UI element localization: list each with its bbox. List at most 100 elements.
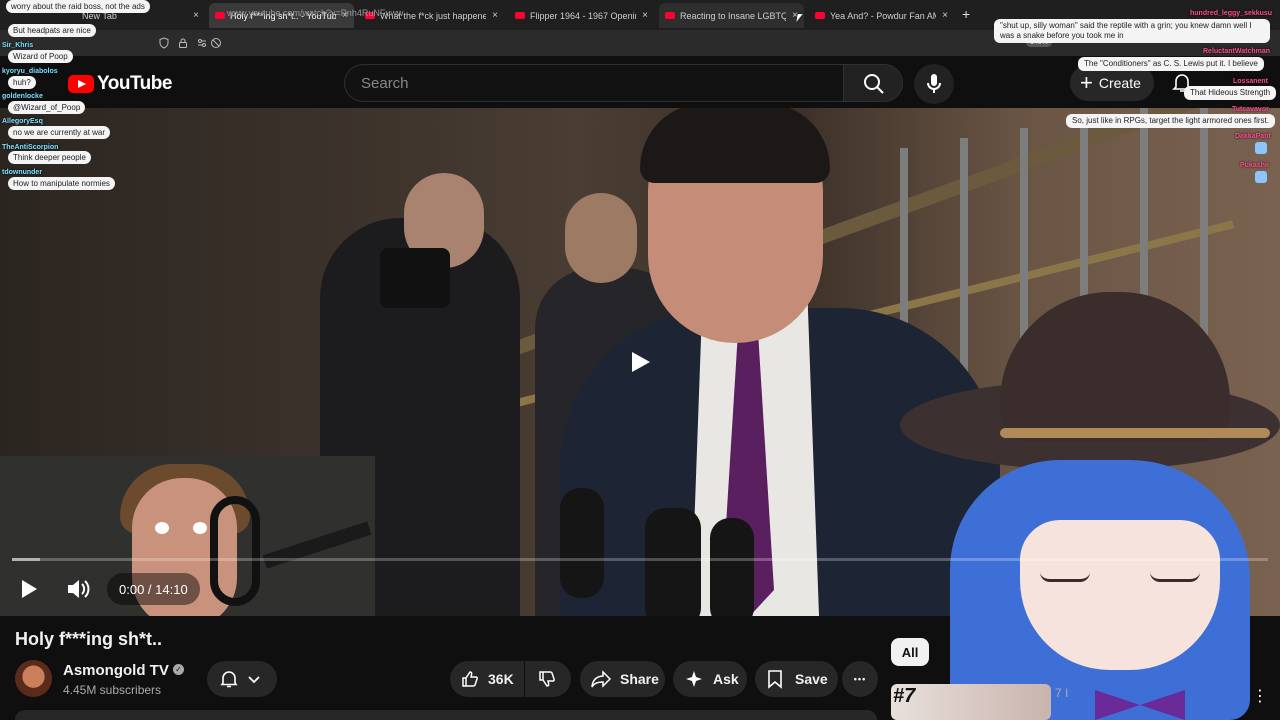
- chat-emote-icon: [1255, 171, 1267, 183]
- voice-search-button[interactable]: [914, 64, 954, 104]
- bell-icon: [220, 671, 238, 688]
- headphones-icon: [210, 496, 260, 606]
- screen: New Tab × Holy f***ing sh*t.. - YouTube …: [0, 0, 1280, 720]
- chat-username: goldenlocke: [2, 93, 43, 100]
- recommended-menu-icon[interactable]: ⋮: [1252, 686, 1268, 706]
- tab-label: Flipper 1964 - 1967 Opening an: [530, 10, 636, 21]
- ask-label: Ask: [713, 671, 739, 687]
- chat-username: Tutcavavor: [1232, 106, 1269, 113]
- chat-username: TheAntiScorpion: [2, 144, 59, 151]
- volume-icon[interactable]: [64, 572, 94, 606]
- more-icon: •••: [853, 674, 867, 684]
- thumbs-up-icon: [462, 671, 478, 687]
- save-button[interactable]: Save: [755, 661, 838, 697]
- chat-emote-icon: [1255, 142, 1267, 154]
- browser-tab-hover[interactable]: Reacting to Insane LGBTQ and ×: [659, 3, 804, 28]
- chat-message: Think deeper people: [8, 151, 91, 164]
- permissions-icon[interactable]: [196, 37, 208, 49]
- chat-message: huh?: [8, 76, 36, 89]
- like-count: 36K: [488, 671, 514, 687]
- description-box[interactable]: [15, 710, 877, 720]
- recommended-meta: 7 I: [1055, 686, 1069, 700]
- filter-chip-all[interactable]: All: [891, 638, 929, 666]
- youtube-favicon-icon: [665, 12, 675, 19]
- center-play-icon[interactable]: [632, 352, 650, 372]
- ask-button[interactable]: Ask: [673, 661, 747, 697]
- video-title: Holy f***ing sh*t..: [15, 629, 163, 649]
- buffered-bar: [12, 558, 40, 561]
- recommended-rank: #7: [893, 685, 916, 707]
- youtube-favicon-icon: [215, 12, 225, 19]
- press-microphone: [560, 488, 604, 598]
- camera-icon: [380, 248, 450, 308]
- chat-message: The "Conditioners" as C. S. Lewis put it…: [1078, 57, 1264, 71]
- logo-text: YouTube: [97, 73, 172, 94]
- press-microphone: [710, 518, 754, 616]
- chat-username: DakkaPant: [1235, 133, 1271, 140]
- close-icon[interactable]: ×: [193, 10, 199, 21]
- chat-message: worry about the raid boss, not the ads: [6, 0, 150, 13]
- create-label: Create: [1098, 75, 1141, 91]
- browser-tab[interactable]: Flipper 1964 - 1967 Opening an ×: [509, 3, 654, 28]
- youtube-favicon-icon: [815, 12, 825, 19]
- save-label: Save: [795, 671, 828, 687]
- chat-message: "shut up, silly woman" said the reptile …: [994, 19, 1270, 43]
- channel-avatar[interactable]: [15, 660, 52, 697]
- background-man-head: [565, 193, 637, 283]
- share-label: Share: [620, 671, 659, 687]
- press-microphone: [645, 508, 701, 616]
- dislike-button[interactable]: [525, 661, 571, 697]
- tracking-blocked-icon[interactable]: [210, 37, 222, 49]
- time-display: 0:00 / 14:10: [107, 573, 200, 605]
- close-icon[interactable]: ×: [492, 10, 498, 21]
- share-button[interactable]: Share: [580, 661, 665, 697]
- youtube-logo[interactable]: YouTube: [68, 73, 172, 95]
- like-button[interactable]: 36K: [450, 661, 524, 697]
- close-icon[interactable]: ×: [642, 10, 648, 21]
- chat-message: But headpats are nice: [8, 24, 96, 37]
- chat-message: How to manipulate normies: [8, 177, 115, 190]
- search-button[interactable]: [843, 64, 903, 102]
- share-icon: [591, 670, 612, 688]
- chat-username: kyoryu_diabolos: [2, 68, 58, 75]
- speaker-hair: [640, 108, 830, 183]
- more-actions-button[interactable]: •••: [842, 661, 878, 697]
- chat-username: Pukashii: [1240, 162, 1269, 169]
- chat-username: Lossanent: [1233, 78, 1269, 85]
- youtube-favicon-icon: [515, 12, 525, 19]
- play-icon[interactable]: [22, 580, 37, 598]
- chat-username: ReluctantWatchman: [1203, 48, 1271, 55]
- plus-icon: +: [1080, 70, 1093, 95]
- vtuber-eye: [1040, 572, 1090, 582]
- chevron-down-icon: [248, 676, 260, 684]
- channel-name[interactable]: Asmongold TV: [63, 662, 169, 679]
- progress-bar[interactable]: [12, 558, 1268, 561]
- chat-message: That Hideous Strength: [1184, 86, 1277, 100]
- tab-label: Reacting to Insane LGBTQ and: [680, 10, 787, 21]
- rail-post: [960, 138, 968, 398]
- sparkle-icon: [686, 671, 702, 687]
- chat-message: no we are currently at war: [8, 126, 111, 139]
- search-input[interactable]: Search: [344, 64, 844, 102]
- streamer-eye: [193, 522, 207, 534]
- microphone-icon: [927, 74, 941, 93]
- browser-tab[interactable]: Yea And? - Powdur Fan AMV - Y ×: [809, 3, 954, 28]
- tab-label: Yea And? - Powdur Fan AMV - Y: [830, 10, 936, 21]
- chat-message: So, just like in RPGs, target the light …: [1066, 114, 1275, 128]
- url-text[interactable]: www.youtube.com/watch?v=Pnh4RuNFuww: [227, 8, 403, 18]
- search-placeholder: Search: [361, 74, 409, 92]
- chat-message: Wizard of Poop: [8, 50, 73, 63]
- verified-badge-icon: ✓: [173, 664, 184, 675]
- shield-icon[interactable]: [158, 37, 170, 49]
- new-tab-button[interactable]: +: [962, 6, 970, 22]
- subscribe-notifications-button[interactable]: [207, 661, 277, 697]
- vtuber-hat-band: [1000, 428, 1270, 438]
- vtuber-eye: [1150, 572, 1200, 582]
- chat-message: @Wizard_of_Poop: [8, 101, 86, 114]
- search-icon: [864, 74, 884, 94]
- chat-username: Sir_Khris: [2, 42, 34, 49]
- lock-icon[interactable]: [177, 37, 189, 49]
- close-icon[interactable]: ×: [942, 10, 948, 21]
- chat-username: tdownunder: [2, 169, 43, 176]
- chat-username: hundred_leggy_sekkusu: [1190, 10, 1273, 17]
